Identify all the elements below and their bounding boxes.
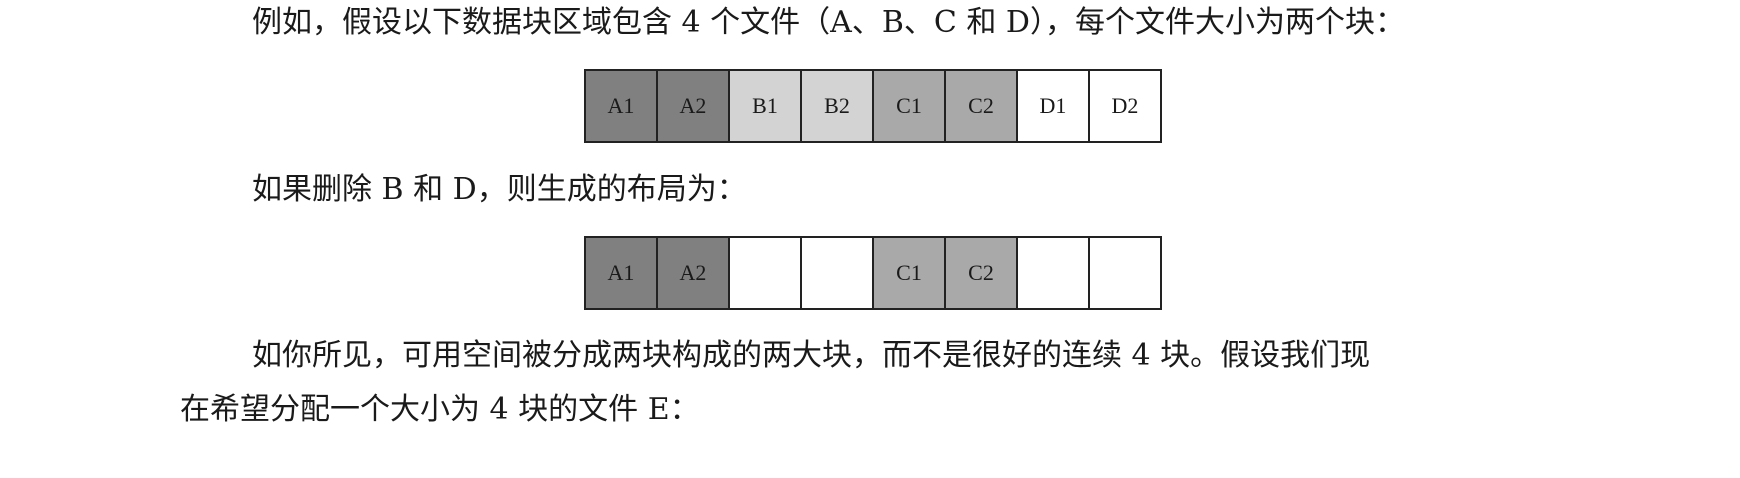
block-cell: C1 (874, 236, 946, 310)
paragraph-explanation-line2: 在希望分配一个大小为 4 块的文件 E： (180, 392, 700, 427)
block-cell: A2 (658, 69, 730, 143)
block-cell: B1 (730, 69, 802, 143)
paragraph-after-delete: 如果删除 B 和 D，则生成的布局为： (252, 172, 747, 207)
block-cell-empty (802, 236, 874, 310)
block-cell-empty (1090, 236, 1162, 310)
paragraph-intro: 例如，假设以下数据块区域包含 4 个文件（A、B、C 和 D），每个文件大小为两… (252, 5, 1405, 40)
block-cell: D1 (1018, 69, 1090, 143)
paragraph-explanation-line1: 如你所见，可用空间被分成两块构成的两大块，而不是很好的连续 4 块。假设我们现 (252, 338, 1371, 373)
block-cell: A1 (586, 236, 658, 310)
block-layout-after: A1 A2 C1 C2 (584, 236, 1162, 310)
block-cell: A1 (586, 69, 658, 143)
block-cell: A2 (658, 236, 730, 310)
block-cell: C2 (946, 69, 1018, 143)
block-cell: D2 (1090, 69, 1162, 143)
block-layout-before: A1 A2 B1 B2 C1 C2 D1 D2 (584, 69, 1162, 143)
block-cell: C1 (874, 69, 946, 143)
block-cell: C2 (946, 236, 1018, 310)
block-cell-empty (730, 236, 802, 310)
block-cell-empty (1018, 236, 1090, 310)
block-cell: B2 (802, 69, 874, 143)
